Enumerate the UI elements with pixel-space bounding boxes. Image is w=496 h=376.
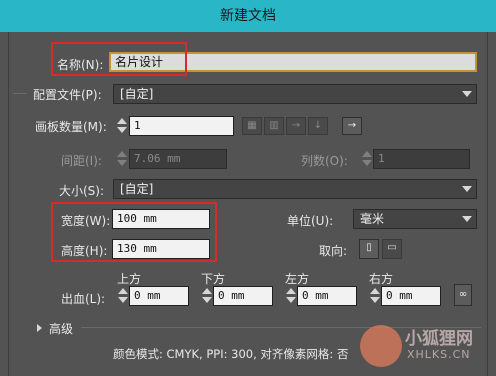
- grid-by-column-icon[interactable]: ▥: [264, 117, 284, 135]
- bleed-label: 出血(L):: [61, 292, 106, 306]
- chevron-down-icon: [462, 216, 472, 222]
- artboard-count-input[interactable]: 1: [129, 116, 234, 136]
- arrange-by-column-icon[interactable]: ↓: [308, 117, 328, 135]
- size-select-value: [自定]: [120, 182, 154, 196]
- stepper-up-icon[interactable]: [286, 288, 296, 294]
- columns-label: 列数(O):: [301, 154, 348, 168]
- columns-input[interactable]: 1: [373, 149, 470, 169]
- stepper-up-icon[interactable]: [117, 118, 127, 124]
- landscape-icon[interactable]: ▭: [382, 239, 402, 259]
- stepper-down-icon[interactable]: [362, 160, 372, 166]
- bleed-left-input[interactable]: 0 mm: [297, 286, 357, 306]
- portrait-icon[interactable]: ▯: [359, 239, 379, 259]
- bleed-right-label: 右方: [369, 272, 394, 286]
- window-title: 新建文档: [0, 0, 496, 32]
- bleed-top-label: 上方: [117, 272, 142, 286]
- watermark-text-en: XHLKS.CN: [407, 348, 471, 361]
- advanced-toggle[interactable]: 高级: [49, 320, 73, 337]
- chevron-down-icon: [462, 91, 472, 97]
- size-select[interactable]: [自定]: [113, 179, 477, 199]
- profile-group-line: [13, 93, 27, 94]
- chevron-right-icon[interactable]: [37, 324, 42, 332]
- profile-label: 配置文件(P):: [33, 88, 102, 102]
- artboard-count-stepper[interactable]: [116, 116, 128, 136]
- bleed-right-stepper[interactable]: [369, 286, 381, 306]
- stepper-up-icon[interactable]: [362, 151, 372, 157]
- stepper-down-icon[interactable]: [370, 297, 380, 303]
- units-label: 单位(U):: [287, 214, 334, 228]
- color-mode-info: 颜色模式: CMYK, PPI: 300, 对齐像素网格: 否: [113, 347, 349, 361]
- orientation-label: 取向:: [319, 244, 348, 258]
- stepper-down-icon[interactable]: [118, 297, 128, 303]
- spacing-stepper[interactable]: [116, 149, 128, 169]
- bleed-top-input[interactable]: 0 mm: [129, 286, 189, 306]
- bleed-right-input[interactable]: 0 mm: [381, 286, 441, 306]
- spacing-input[interactable]: 7.06 mm: [129, 149, 227, 169]
- stepper-down-icon[interactable]: [286, 297, 296, 303]
- fox-logo: [360, 325, 402, 367]
- columns-stepper[interactable]: [361, 149, 373, 169]
- bleed-bottom-input[interactable]: 0 mm: [213, 286, 273, 306]
- stepper-up-icon[interactable]: [202, 288, 212, 294]
- bleed-left-label: 左方: [285, 272, 310, 286]
- stepper-down-icon[interactable]: [117, 127, 127, 133]
- units-select[interactable]: 毫米: [353, 209, 477, 229]
- right-to-left-icon[interactable]: →: [342, 117, 362, 135]
- link-icon[interactable]: ∞: [454, 284, 472, 306]
- stepper-down-icon[interactable]: [202, 297, 212, 303]
- profile-select[interactable]: [自定]: [113, 84, 477, 104]
- artboard-count-label: 画板数量(M):: [35, 120, 107, 134]
- bleed-bottom-stepper[interactable]: [201, 286, 213, 306]
- size-label: 大小(S):: [59, 184, 105, 198]
- spacing-label: 间距(I):: [61, 154, 102, 168]
- profile-select-value: [自定]: [120, 87, 154, 101]
- name-highlight-box: [51, 42, 187, 76]
- chevron-down-icon: [462, 186, 472, 192]
- bleed-top-stepper[interactable]: [117, 286, 129, 306]
- watermark-text-cn: 小狐狸网: [405, 329, 473, 349]
- stepper-up-icon[interactable]: [117, 151, 127, 157]
- bleed-left-stepper[interactable]: [285, 286, 297, 306]
- bleed-bottom-label: 下方: [201, 272, 226, 286]
- new-document-dialog: 名称(N): 名片设计 配置文件(P): [自定] 画板数量(M): 1 ▦ ▥…: [8, 32, 488, 376]
- stepper-down-icon[interactable]: [117, 160, 127, 166]
- units-select-value: 毫米: [360, 212, 385, 226]
- grid-by-row-icon[interactable]: ▦: [242, 117, 262, 135]
- size-highlight-box: [51, 202, 217, 262]
- stepper-up-icon[interactable]: [370, 288, 380, 294]
- arrange-by-row-icon[interactable]: →: [286, 117, 306, 135]
- stepper-up-icon[interactable]: [118, 288, 128, 294]
